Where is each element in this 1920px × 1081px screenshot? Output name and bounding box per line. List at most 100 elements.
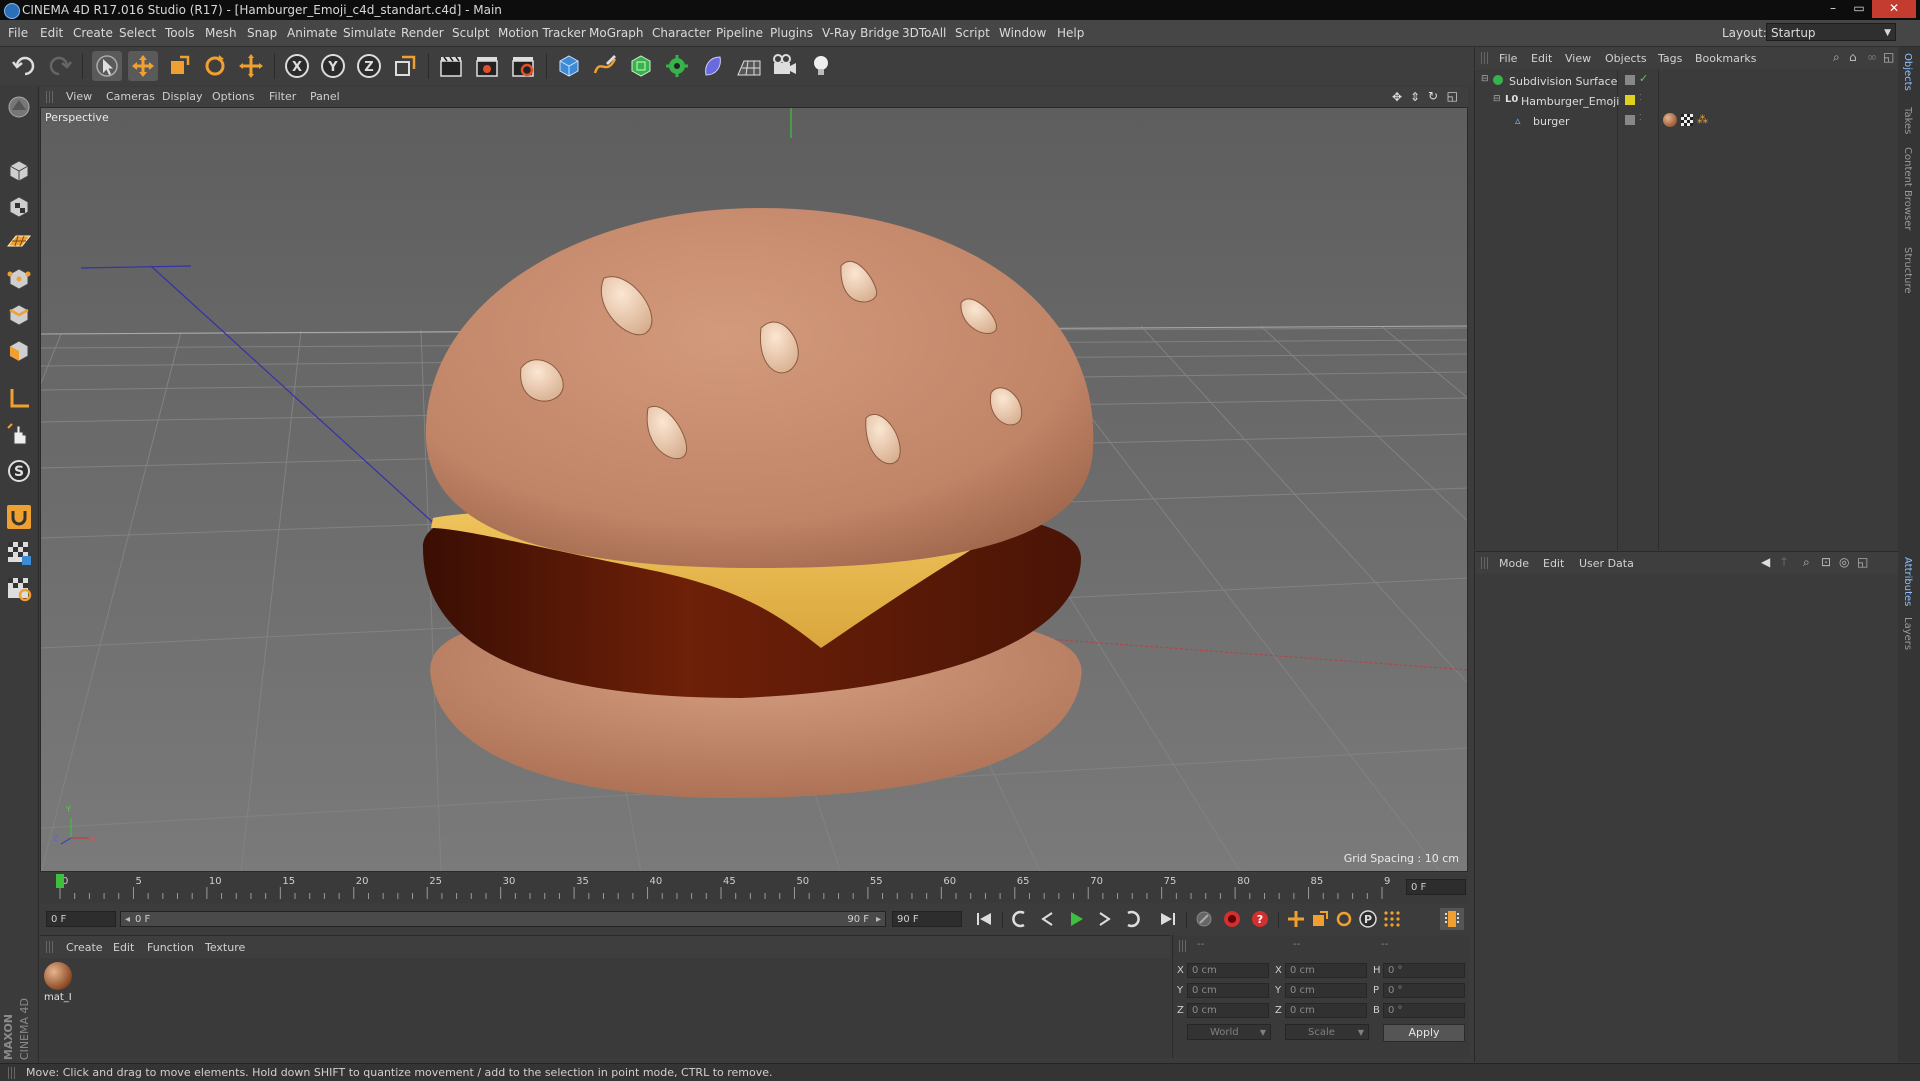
end-frame-field[interactable]: 90 F (892, 911, 962, 927)
menu-edit[interactable]: Edit (40, 26, 63, 40)
frame-range-slider[interactable]: ◂ 0 F 90 F ▸ (120, 911, 886, 927)
new-panel-icon[interactable]: ◱ (1883, 50, 1894, 64)
object-menu-tags[interactable]: Tags (1658, 52, 1682, 65)
layer-color-icon[interactable] (1625, 95, 1635, 105)
viewport-menu-panel[interactable]: Panel (310, 90, 340, 103)
key-pla-button[interactable] (1380, 908, 1404, 930)
menu-pipeline[interactable]: Pipeline (716, 26, 763, 40)
maximize-view-icon[interactable]: ◱ (1447, 89, 1458, 103)
attribute-menu-user-data[interactable]: User Data (1579, 557, 1634, 570)
menu-mesh[interactable]: Mesh (205, 26, 237, 40)
playhead[interactable] (56, 874, 64, 888)
position-z-field[interactable]: 0 cm (1187, 1003, 1269, 1018)
z-axis-lock-button[interactable]: Z (354, 51, 384, 81)
layer-toggle-icon[interactable] (1625, 75, 1635, 85)
frame-ruler[interactable]: 051015202530354045505560657075808590 (54, 873, 1390, 901)
3d-viewport[interactable]: Perspective Y X Z Grid Spacing : 10 cm (40, 107, 1468, 872)
attribute-menu-mode[interactable]: Mode (1499, 557, 1529, 570)
render-settings-button[interactable] (508, 51, 538, 81)
settings-icon[interactable]: ◎ (1839, 555, 1849, 569)
size-y-field[interactable]: 0 cm (1285, 983, 1367, 998)
collapse-icon[interactable]: ⊟ (1481, 74, 1489, 84)
home-icon[interactable]: ⌂ (1849, 50, 1857, 64)
rotation-b-field[interactable]: 0 ° (1383, 1003, 1465, 1018)
magnet-button[interactable] (4, 502, 34, 532)
add-nurbs-button[interactable] (626, 51, 656, 81)
object-row[interactable]: ⊟ L0 Hamburger_Emoji ⁚ (1475, 92, 1899, 111)
menu-simulate[interactable]: Simulate (343, 26, 396, 40)
viewport-camera-label[interactable]: Perspective (45, 111, 109, 124)
rotation-p-field[interactable]: 0 ° (1383, 983, 1465, 998)
menu-create[interactable]: Create (73, 26, 113, 40)
go-to-end-button[interactable] (1156, 908, 1180, 930)
snapping-button[interactable]: S (4, 456, 34, 486)
add-camera-button[interactable] (770, 51, 800, 81)
position-y-field[interactable]: 0 cm (1187, 983, 1269, 998)
rotate-tool-button[interactable] (200, 51, 230, 81)
menu-file[interactable]: File (8, 26, 28, 40)
play-button[interactable] (1064, 908, 1088, 930)
viewport-menu-filter[interactable]: Filter (269, 90, 296, 103)
add-cube-button[interactable] (554, 51, 584, 81)
menu-window[interactable]: Window (999, 26, 1046, 40)
object-menu-edit[interactable]: Edit (1531, 52, 1552, 65)
axis-mode-button[interactable] (4, 384, 34, 414)
link-icon[interactable]: ∞ (1867, 50, 1877, 64)
menu-animate[interactable]: Animate (287, 26, 337, 40)
enable-axis-button[interactable] (4, 538, 34, 568)
layout-select[interactable]: Startup ▼ (1766, 23, 1896, 41)
texture-mode-button[interactable] (4, 192, 34, 222)
model-mode-button[interactable] (4, 156, 34, 186)
add-spline-button[interactable] (590, 51, 620, 81)
lock-icon[interactable]: ⊡ (1821, 555, 1831, 569)
move-tool-button[interactable] (128, 51, 158, 81)
material-menu-texture[interactable]: Texture (205, 941, 245, 954)
tab-content-browser[interactable]: Content Browser (1902, 147, 1913, 230)
add-light-button[interactable] (806, 51, 836, 81)
object-menu-bookmarks[interactable]: Bookmarks (1695, 52, 1756, 65)
up-arrow-icon[interactable]: ↑ (1779, 555, 1789, 569)
object-menu-objects[interactable]: Objects (1605, 52, 1647, 65)
y-axis-lock-button[interactable]: Y (318, 51, 348, 81)
menu-snap[interactable]: Snap (247, 26, 277, 40)
menu-vray-bridge[interactable]: V-Ray Bridge (822, 26, 899, 40)
previous-key-button[interactable] (1008, 908, 1032, 930)
tab-attributes[interactable]: Attributes (1902, 557, 1913, 606)
next-key-button[interactable] (1120, 908, 1144, 930)
workplane-mode-button[interactable] (4, 226, 34, 256)
next-frame-button[interactable] (1092, 908, 1116, 930)
add-mograph-button[interactable] (662, 51, 692, 81)
tweak-mode-button[interactable] (4, 420, 34, 450)
coordinate-system-button[interactable] (390, 51, 420, 81)
apply-button[interactable]: Apply (1383, 1024, 1465, 1042)
position-x-field[interactable]: 0 cm (1187, 963, 1269, 978)
size-mode-select[interactable]: Scale ▼ (1285, 1024, 1369, 1040)
material-tag-icon[interactable] (1663, 113, 1677, 127)
size-x-field[interactable]: 0 cm (1285, 963, 1367, 978)
material-menu-create[interactable]: Create (66, 941, 103, 954)
material-menu-edit[interactable]: Edit (113, 941, 134, 954)
key-position-button[interactable] (1284, 908, 1308, 930)
menu-character[interactable]: Character (652, 26, 711, 40)
menu-3dtoall[interactable]: 3DToAll (902, 26, 946, 40)
layer-toggle-icon[interactable] (1625, 115, 1635, 125)
tab-objects[interactable]: Objects (1902, 53, 1913, 91)
coordinate-mode-select[interactable]: World ▼ (1187, 1024, 1271, 1040)
rotation-h-field[interactable]: 0 ° (1383, 963, 1465, 978)
visibility-dots-icon[interactable]: ⁚ (1639, 93, 1642, 102)
add-environment-button[interactable] (734, 51, 764, 81)
menu-help[interactable]: Help (1057, 26, 1084, 40)
menu-plugins[interactable]: Plugins (770, 26, 813, 40)
pan-view-icon[interactable]: ✥ (1392, 90, 1402, 104)
current-frame-field[interactable]: 0 F (1406, 879, 1466, 895)
search-icon[interactable]: ⌕ (1803, 555, 1810, 570)
edges-mode-button[interactable] (4, 300, 34, 330)
start-frame-field[interactable]: 0 F (46, 911, 116, 927)
object-row[interactable]: ⊟ Subdivision Surface ✓ (1475, 72, 1899, 91)
keyframe-selection-button[interactable]: ? (1248, 908, 1272, 930)
menu-mograph[interactable]: MoGraph (589, 26, 644, 40)
back-arrow-icon[interactable]: ◀ (1761, 555, 1770, 569)
points-mode-button[interactable] (4, 264, 34, 294)
dolly-view-icon[interactable]: ⇕ (1410, 90, 1420, 104)
tab-layers[interactable]: Layers (1902, 617, 1913, 650)
